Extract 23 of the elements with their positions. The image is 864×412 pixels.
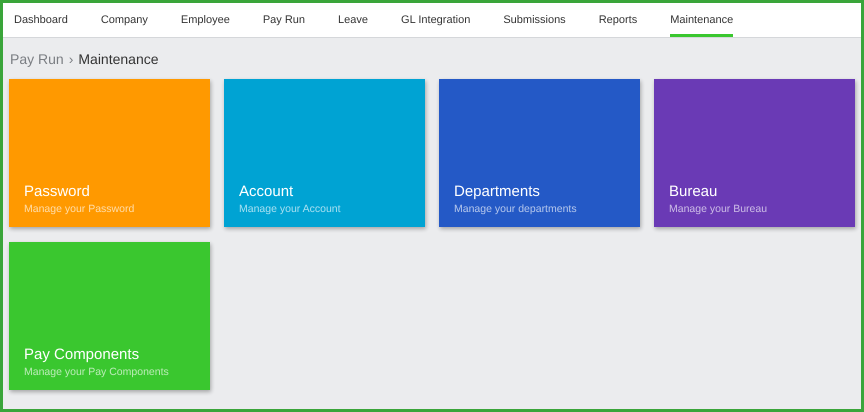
tile-title: Departments (454, 183, 541, 200)
nav-tab[interactable]: Leave (338, 3, 368, 37)
breadcrumb-current: Maintenance (78, 51, 159, 67)
tile-title: Pay Components (24, 346, 140, 363)
nav-tab[interactable]: Maintenance (670, 3, 734, 37)
nav-tab[interactable]: GL Integration (401, 3, 470, 37)
nav-tab[interactable]: Submissions (503, 3, 566, 37)
tile-subtitle: Manage your departments (454, 203, 578, 215)
tile-subtitle: Manage your Pay Components (24, 366, 170, 378)
menu-tile[interactable]: Departments Manage your departments (439, 79, 640, 227)
tile-title: Bureau (669, 183, 718, 200)
tile-subtitle: Manage your Password (24, 203, 136, 215)
breadcrumb-separator: › (68, 51, 74, 67)
tile-subtitle: Manage your Bureau (669, 203, 768, 215)
tile-title: Password (24, 183, 91, 200)
menu-tile[interactable]: Bureau Manage your Bureau (654, 79, 855, 227)
tile-title: Account (239, 183, 294, 200)
nav-tab[interactable]: Reports (598, 3, 638, 37)
nav-tab[interactable]: Company (100, 3, 148, 37)
nav-tab[interactable]: Employee (180, 3, 230, 37)
nav-tab[interactable]: Dashboard (14, 3, 68, 37)
tile-subtitle: Manage your Account (239, 203, 342, 215)
nav-tab[interactable]: Pay Run (262, 3, 306, 37)
